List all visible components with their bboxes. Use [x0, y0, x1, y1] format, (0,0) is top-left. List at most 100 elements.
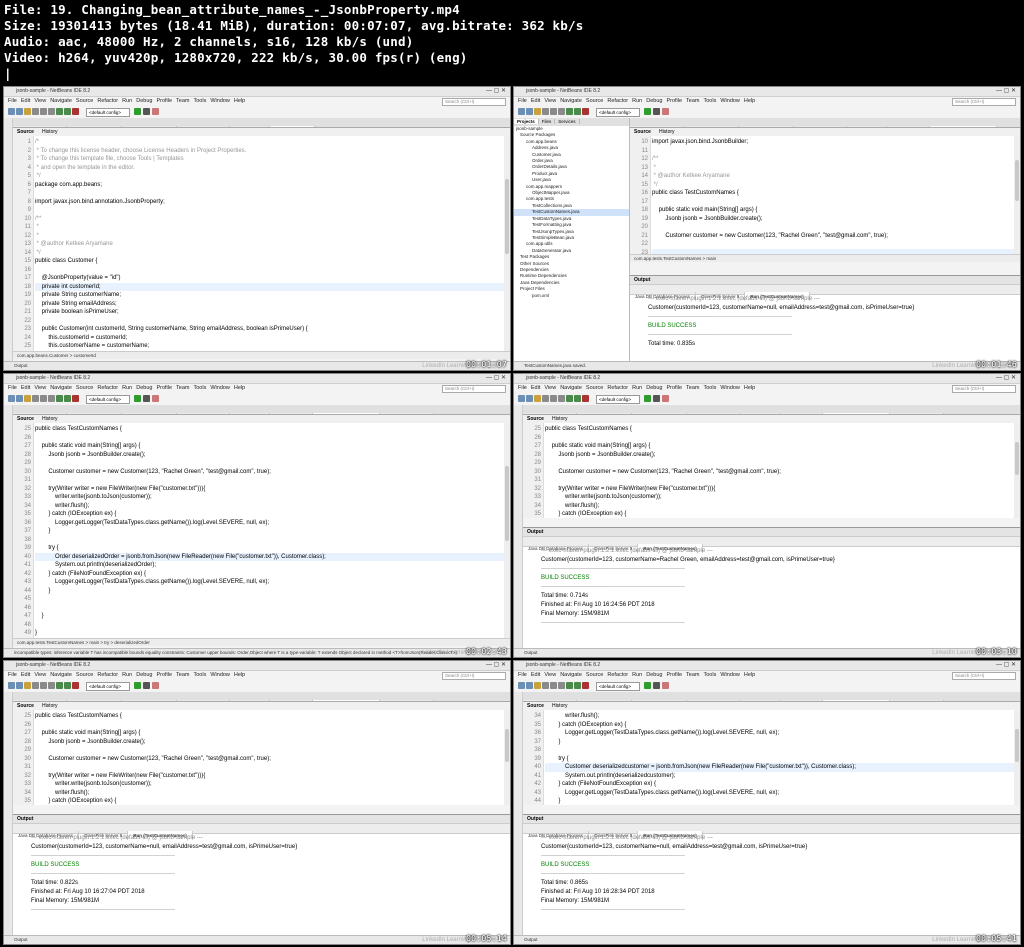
toolbar-icon[interactable]	[48, 108, 55, 115]
menu-item-view[interactable]: View	[34, 98, 46, 104]
run-icon[interactable]	[152, 682, 159, 689]
toolbar-icon[interactable]	[526, 682, 533, 689]
run-icon[interactable]	[644, 395, 651, 402]
source-tab[interactable]: Source	[13, 129, 38, 135]
run-icon[interactable]	[662, 682, 669, 689]
toolbar-icon[interactable]	[550, 682, 557, 689]
toolbar-icon[interactable]	[582, 682, 589, 689]
window-buttons[interactable]: — ▢ ✕	[996, 87, 1016, 96]
menu-item-source[interactable]: Source	[586, 98, 603, 104]
window-buttons[interactable]: — ▢ ✕	[996, 661, 1016, 670]
menu-item-file[interactable]: File	[518, 672, 527, 678]
run-icon[interactable]	[152, 395, 159, 402]
menu-item-window[interactable]: Window	[210, 672, 230, 678]
run-icon[interactable]	[143, 682, 150, 689]
run-icon[interactable]	[644, 108, 651, 115]
menu-item-run[interactable]: Run	[632, 98, 642, 104]
menu-item-run[interactable]: Run	[632, 385, 642, 391]
run-icon[interactable]	[152, 108, 159, 115]
menu-item-profile[interactable]: Profile	[156, 672, 172, 678]
run-icon[interactable]	[662, 108, 669, 115]
run-icon[interactable]	[653, 108, 660, 115]
run-icon[interactable]	[143, 108, 150, 115]
menu-item-window[interactable]: Window	[210, 98, 230, 104]
run-icon[interactable]	[134, 682, 141, 689]
editor-scrollbar[interactable]	[504, 136, 510, 351]
menu-item-profile[interactable]: Profile	[156, 385, 172, 391]
menu-item-profile[interactable]: Profile	[666, 385, 682, 391]
toolbar-icon[interactable]	[526, 395, 533, 402]
window-buttons[interactable]: — ▢ ✕	[996, 374, 1016, 383]
toolbar-icon[interactable]	[566, 395, 573, 402]
menu-item-edit[interactable]: Edit	[21, 672, 30, 678]
menu-item-debug[interactable]: Debug	[136, 385, 152, 391]
menu-item-profile[interactable]: Profile	[666, 98, 682, 104]
menu-item-run[interactable]: Run	[122, 98, 132, 104]
toolbar-icon[interactable]	[558, 395, 565, 402]
code-editor[interactable]: 25 public class TestCustomNames {26 27 pub…	[13, 423, 510, 638]
menu-item-refactor[interactable]: Refactor	[97, 98, 118, 104]
menu-item-file[interactable]: File	[518, 385, 527, 391]
menu-item-refactor[interactable]: Refactor	[607, 672, 628, 678]
history-tab[interactable]: History	[655, 129, 679, 135]
menu-item-refactor[interactable]: Refactor	[97, 385, 118, 391]
menu-item-view[interactable]: View	[544, 385, 556, 391]
menu-item-edit[interactable]: Edit	[21, 385, 30, 391]
toolbar-icon[interactable]	[542, 682, 549, 689]
menu-item-team[interactable]: Team	[686, 672, 699, 678]
toolbar-icon[interactable]	[550, 108, 557, 115]
config-select[interactable]: <default config>	[596, 682, 640, 691]
editor-scrollbar[interactable]	[1014, 423, 1020, 518]
project-tab-services[interactable]: Services	[555, 119, 580, 124]
menu-item-navigate[interactable]: Navigate	[50, 98, 72, 104]
menu-item-window[interactable]: Window	[210, 385, 230, 391]
tree-node[interactable]: pom.xml	[514, 293, 629, 299]
menu-item-navigate[interactable]: Navigate	[560, 672, 582, 678]
toolbar-icon[interactable]	[558, 108, 565, 115]
search-input[interactable]: Search (Ctrl+I)	[952, 672, 1016, 680]
menu-item-source[interactable]: Source	[586, 672, 603, 678]
menu-item-team[interactable]: Team	[176, 672, 189, 678]
code-editor[interactable]: 1/* 2 * To change this license header, ch…	[13, 136, 510, 351]
toolbar-icon[interactable]	[574, 682, 581, 689]
menu-item-navigate[interactable]: Navigate	[560, 98, 582, 104]
project-tab-files[interactable]: Files	[538, 119, 556, 124]
toolbar-icon[interactable]	[8, 682, 15, 689]
toolbar-icon[interactable]	[16, 395, 23, 402]
menu-item-file[interactable]: File	[518, 98, 527, 104]
menu-item-profile[interactable]: Profile	[156, 98, 172, 104]
menu-item-window[interactable]: Window	[720, 672, 740, 678]
menu-item-file[interactable]: File	[8, 672, 17, 678]
menu-item-refactor[interactable]: Refactor	[607, 98, 628, 104]
window-buttons[interactable]: — ▢ ✕	[486, 374, 506, 383]
menu-item-navigate[interactable]: Navigate	[560, 385, 582, 391]
history-tab[interactable]: History	[38, 129, 62, 135]
toolbar-icon[interactable]	[542, 108, 549, 115]
config-select[interactable]: <default config>	[86, 108, 130, 117]
menu-item-view[interactable]: View	[34, 385, 46, 391]
toolbar-icon[interactable]	[32, 682, 39, 689]
menu-item-help[interactable]: Help	[234, 385, 245, 391]
history-tab[interactable]: History	[548, 703, 572, 709]
menu-item-run[interactable]: Run	[122, 672, 132, 678]
toolbar-icon[interactable]	[40, 108, 47, 115]
menu-item-tools[interactable]: Tools	[194, 385, 207, 391]
menu-item-tools[interactable]: Tools	[194, 672, 207, 678]
source-tab[interactable]: Source	[13, 703, 38, 709]
menu-item-profile[interactable]: Profile	[666, 672, 682, 678]
source-tab[interactable]: Source	[13, 416, 38, 422]
menu-item-window[interactable]: Window	[720, 98, 740, 104]
toolbar-icon[interactable]	[24, 682, 31, 689]
toolbar-icon[interactable]	[16, 682, 23, 689]
config-select[interactable]: <default config>	[86, 682, 130, 691]
toolbar-icon[interactable]	[534, 108, 541, 115]
menu-item-tools[interactable]: Tools	[704, 98, 717, 104]
menu-item-help[interactable]: Help	[744, 385, 755, 391]
code-editor[interactable]: 10 import javax.json.bind.JsonbBuilder; 11…	[630, 136, 1020, 254]
history-tab[interactable]: History	[38, 703, 62, 709]
scroll-thumb[interactable]	[505, 179, 509, 255]
menu-item-debug[interactable]: Debug	[646, 385, 662, 391]
menu-item-debug[interactable]: Debug	[136, 98, 152, 104]
code-editor[interactable]: 25 public class TestCustomNames {26 27 pub…	[13, 710, 510, 805]
menu-item-help[interactable]: Help	[234, 98, 245, 104]
